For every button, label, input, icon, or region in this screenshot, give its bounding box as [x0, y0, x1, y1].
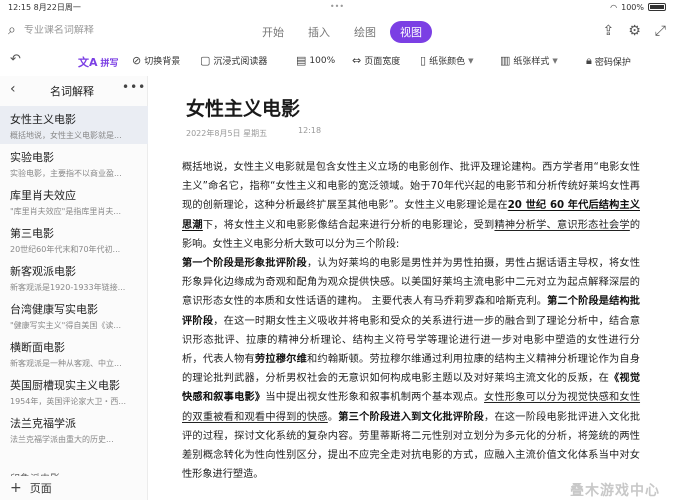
chevron-down-icon: ▼ [552, 56, 558, 65]
search-icon[interactable]: ⌕ [8, 22, 16, 38]
search-area: ⌕ [8, 22, 164, 38]
share-icon[interactable]: ⇪ [603, 23, 615, 39]
status-bar: 12:15 8月22日周一 ••• ◠ 100% [0, 0, 674, 14]
page-list-sidebar: ‹ 名词解释 ••• 女性主义电影 概括地说，女性主义电影就是... 实验电影 … [0, 76, 148, 500]
password-protect-button[interactable]: 🔒︎ 密码保护 [586, 54, 631, 68]
status-right: ◠ 100% [610, 3, 666, 12]
page-width-button[interactable]: ⇔ 页面宽度 [352, 54, 400, 67]
paper-style-button[interactable]: ▥ 纸张样式 ▼ [500, 54, 558, 67]
search-input[interactable] [23, 24, 164, 36]
zoom-icon: ▤ [296, 54, 307, 67]
battery-icon [648, 3, 666, 11]
tab-view[interactable]: 视图 [390, 21, 432, 43]
page-time: 12:18 [298, 126, 322, 135]
lock-icon: 🔒︎ [586, 54, 592, 67]
pinyin-icon: 文A [78, 56, 98, 69]
view-toolbar: ↶ 文A 拼写 ⊘ 切换背景 ▢ 沉浸式阅读器 ▤ 100% ⇔ 页面宽度 ▯ … [0, 48, 674, 74]
ribbon-tabs: 开始 插入 绘图 视图 [252, 21, 432, 43]
gear-icon[interactable]: ⚙ [628, 23, 641, 39]
change-background-button[interactable]: ⊘ 切换背景 [132, 54, 180, 67]
undo-icon[interactable]: ↶ [10, 52, 21, 67]
page-list: 女性主义电影 概括地说，女性主义电影就是... 实验电影 实验电影，主要指不以商… [0, 106, 148, 448]
list-item[interactable]: 女性主义电影 概括地说，女性主义电影就是... [0, 106, 148, 144]
paper-icon: ▯ [420, 54, 427, 67]
note-canvas[interactable]: 女性主义电影 2022年8月5日 星期五 12:18 概括地说，女性主义电影就是… [148, 76, 674, 500]
battery-label: 100% [621, 2, 644, 12]
watermark: 叠木游戏中心 [570, 483, 660, 499]
tab-insert[interactable]: 插入 [298, 21, 340, 43]
background-icon: ⊘ [132, 54, 142, 67]
page-width-icon: ⇔ [352, 54, 362, 67]
list-item[interactable]: 横断面电影 新客观派是一种从客观、中立... [0, 334, 148, 372]
expand-icon[interactable]: ⤢ [655, 23, 666, 39]
list-item[interactable]: 台湾健康写实电影 "健康写实主义"得自美国《读... [0, 296, 148, 334]
plus-icon: + [10, 480, 22, 496]
chevron-left-icon[interactable]: ‹ [10, 81, 16, 97]
reader-icon: ▢ [200, 54, 211, 67]
top-right-icons: ⇪ ⚙ ⤢ [603, 23, 667, 39]
sidebar-header: ‹ 名词解释 ••• [0, 76, 147, 104]
page-title[interactable]: 女性主义电影 [186, 94, 300, 121]
wifi-icon: ◠ [610, 2, 618, 12]
list-item[interactable]: 第三电影 20世纪60年代末和70年代初... [0, 220, 148, 258]
paper-style-icon: ▥ [500, 54, 511, 67]
status-time: 12:15 8月22日周一 [8, 2, 81, 12]
top-bar: ⌕ 开始 插入 绘图 视图 ⇪ ⚙ ⤢ [0, 16, 674, 48]
tab-start[interactable]: 开始 [252, 21, 294, 43]
multitask-dots[interactable]: ••• [330, 2, 344, 11]
list-item[interactable]: 法兰克福学派 法兰克福学派由重大的历史... [0, 410, 148, 448]
pinyin-button[interactable]: 文A 拼写 [78, 54, 119, 70]
page-date: 2022年8月5日 星期五 [186, 129, 268, 138]
paper-color-button[interactable]: ▯ 纸张颜色 ▼ [420, 54, 473, 67]
list-item[interactable]: 库里肖夫效应 "库里肖夫效应"是指库里肖夫... [0, 182, 148, 220]
list-item[interactable]: 英国厨槽现实主义电影 1954年，英国评论家大卫・西... [0, 372, 148, 410]
paragraph-stages[interactable]: 第一个阶段是形象批评阶段，认为好莱坞的电影是男性并为男性拍摄，男性占据话语主导权… [182, 254, 640, 484]
section-title: 名词解释 [50, 85, 94, 98]
more-icon[interactable]: ••• [122, 80, 146, 94]
chevron-down-icon: ▼ [468, 56, 474, 65]
zoom-button[interactable]: ▤ 100% [296, 54, 335, 67]
tab-draw[interactable]: 绘图 [344, 21, 386, 43]
list-item-partial[interactable]: 印象派电影 [10, 470, 60, 476]
list-item[interactable]: 新客观派电影 新客观派是1920-1933年链接... [0, 258, 148, 296]
paragraph-intro[interactable]: 概括地说，女性主义电影就是包含女性主义立场的电影创作、批评及理论建构。西方学者用… [182, 158, 640, 254]
list-item[interactable]: 实验电影 实验电影，主要指不以商业盈... [0, 144, 148, 182]
add-page-button[interactable]: + 页面 [10, 480, 52, 496]
immersive-reader-button[interactable]: ▢ 沉浸式阅读器 [200, 54, 267, 67]
